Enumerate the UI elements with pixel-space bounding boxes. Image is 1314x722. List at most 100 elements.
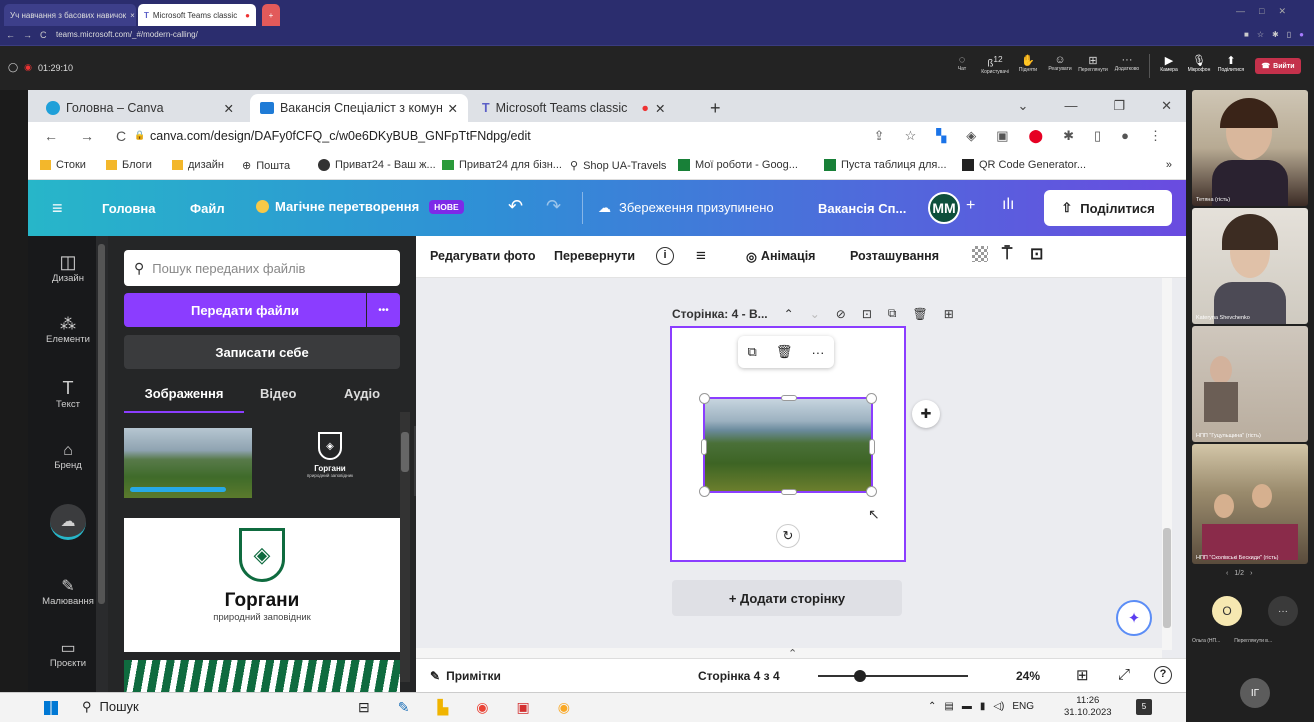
forward-icon[interactable]: → (23, 30, 32, 40)
minimize-icon[interactable]: — (1236, 6, 1245, 18)
trash-icon[interactable]: 🗑 (776, 344, 793, 360)
back-icon[interactable]: ← (44, 128, 58, 144)
video-tile-4[interactable]: НПП "Сколівські Бескиди" (гість) (1192, 444, 1308, 564)
resize-handle[interactable] (866, 393, 877, 404)
tab-canva-design[interactable]: Вакансія Спеціаліст з комунікац ✕ (250, 94, 468, 122)
chevron-down-icon[interactable]: ⌄ (810, 307, 820, 321)
puzzle-icon[interactable]: ✱ (1272, 30, 1279, 39)
new-tab-button[interactable]: + (262, 4, 280, 26)
video-tile-1[interactable]: Тетяна (гість) (1192, 90, 1308, 206)
bookmark-1[interactable]: Стоки (40, 159, 86, 171)
paint-roller-icon[interactable]: ⍑ (1002, 244, 1012, 264)
add-page-icon[interactable]: ⊞ (944, 307, 954, 321)
insights-icon[interactable]: ılı (1002, 196, 1014, 214)
bookmark-10[interactable]: QR Code Generator... (962, 159, 1086, 171)
edit-photo-button[interactable]: Редагувати фото (430, 249, 535, 263)
bookmark-8[interactable]: Мої роботи - Goog... (678, 159, 798, 171)
extension-icon[interactable]: ■ (1244, 30, 1249, 39)
react-button[interactable]: ☺ Реагувати (1046, 54, 1074, 78)
bookmark-star-icon[interactable]: ☆ (905, 128, 917, 144)
canvas-scrollbar[interactable] (1162, 278, 1172, 650)
file-menu[interactable]: Файл (190, 201, 225, 216)
new-tab-button[interactable]: + (700, 94, 731, 122)
resize-handle[interactable] (699, 486, 710, 497)
view-button[interactable]: ⊞ Переглянути (1078, 54, 1108, 78)
people-button[interactable]: ß12 Користувачі (980, 54, 1010, 78)
redo-icon[interactable]: ↷ (546, 196, 561, 217)
chrome-icon[interactable]: ◉ (476, 699, 488, 716)
position-button[interactable]: Розташування (850, 249, 939, 263)
close-icon[interactable]: ✕ (655, 101, 665, 116)
menu-icon[interactable]: ≡ (52, 198, 63, 219)
battery-icon[interactable]: ▬ (962, 701, 972, 712)
outer-url[interactable]: teams.microsoft.com/_#/modern-calling/ (56, 30, 1176, 42)
tab-images[interactable]: Зображення (124, 386, 244, 413)
animation-button[interactable]: ◎ Анімація (746, 249, 815, 264)
chrome-alt-icon[interactable]: ◉ (558, 699, 570, 716)
self-avatar[interactable]: ІГ (1240, 678, 1270, 708)
profile-icon[interactable]: ● (1299, 30, 1304, 39)
outer-nav[interactable]: ← → C (6, 30, 47, 40)
rotate-icon[interactable]: ↻ (776, 524, 800, 548)
duplicate-icon[interactable]: ⧉ (748, 344, 757, 360)
hide-page-icon[interactable]: ⊘ (836, 307, 846, 321)
resize-handle[interactable] (699, 393, 710, 404)
comment-icon[interactable]: ✚ (912, 400, 940, 428)
puzzle-icon[interactable]: ✱ (1063, 128, 1074, 144)
tab-canva-home[interactable]: Головна – Canva ✕ (36, 94, 244, 122)
resize-handle[interactable] (701, 439, 707, 455)
close-icon[interactable]: ✕ (448, 101, 458, 116)
notifications-icon[interactable]: 5 (1136, 699, 1152, 715)
bookmark-2[interactable]: Блоги (106, 159, 152, 171)
selected-image[interactable] (699, 393, 877, 497)
chevron-up-icon[interactable]: ⌃ (784, 307, 794, 321)
resize-handle[interactable] (781, 489, 797, 495)
star-icon[interactable]: ☆ (1257, 30, 1264, 39)
fullscreen-icon[interactable]: ⤢ (1118, 666, 1130, 683)
resize-handle[interactable] (866, 486, 877, 497)
file-explorer-icon[interactable]: ▙ (437, 699, 448, 716)
sidepanel-icon[interactable]: ▯ (1094, 128, 1101, 144)
pinterest-icon[interactable]: ⬤ (1029, 128, 1044, 144)
zoom-level[interactable]: 24% (1016, 669, 1040, 683)
panel-scroll-thumb[interactable] (401, 432, 409, 472)
flip-button[interactable]: Перевернути (554, 249, 635, 263)
sidebar-icon[interactable]: ▯ (1287, 30, 1291, 39)
home-link[interactable]: Головна (102, 201, 155, 216)
url-field[interactable]: canva.com/design/DAFy0fCFQ_c/w0e6DKyBUB_… (150, 129, 531, 143)
bookmark-9[interactable]: Пуста таблиця для... (824, 159, 947, 171)
language-indicator[interactable]: ENG (1012, 701, 1034, 712)
task-view-icon[interactable]: ⊟ (358, 699, 370, 716)
maximize-icon[interactable]: □ (1259, 6, 1264, 18)
pen-icon[interactable]: ✎ (398, 699, 410, 716)
bookmark-6[interactable]: Приват24 для бізн... (442, 159, 562, 171)
share-page-icon[interactable]: ⇪ (874, 128, 885, 144)
forward-icon[interactable]: → (80, 128, 94, 144)
volume-icon[interactable]: ◁) (993, 701, 1004, 712)
taskbar-search[interactable]: ⚲ Пошук (82, 699, 139, 715)
video-pager[interactable]: ‹ 1/2 › (1226, 570, 1252, 577)
restore-icon[interactable]: ❐ (1113, 98, 1125, 114)
record-yourself-button[interactable]: Записати себе (124, 335, 400, 369)
raise-hand-button[interactable]: ✋ Підняти (1014, 54, 1042, 78)
upload-files-button[interactable]: Передати файли (124, 293, 366, 327)
search-input[interactable]: ⚲ Пошук переданих файлів (124, 250, 400, 286)
magic-switch-button[interactable]: Магічне перетворення НОВЕ (256, 199, 464, 214)
transparency-icon[interactable] (972, 246, 988, 262)
close-icon[interactable]: ✕ (1161, 98, 1172, 114)
video-tile-3[interactable]: НПП "Гуцульщина" (гість) (1192, 326, 1308, 442)
pdf-icon[interactable]: ▣ (516, 699, 529, 716)
bookmark-7[interactable]: ⚲ Shop UA-Travels (570, 159, 666, 173)
chevron-left-icon[interactable]: ‹ (1226, 570, 1228, 577)
bookmark-4[interactable]: ⊕ Пошта (242, 159, 290, 173)
rail-scrollbar[interactable] (96, 236, 108, 692)
chevron-right-icon[interactable]: › (1250, 570, 1252, 577)
shield-icon[interactable]: ◈ (966, 128, 976, 144)
translate-icon[interactable]: ▚ (936, 128, 946, 144)
video-tile-2[interactable]: Kateryna Shevchenko (1192, 208, 1308, 324)
design-page[interactable]: ⧉ 🗑 ··· ↻ ↖ (670, 326, 906, 562)
user-avatar[interactable]: MM (928, 192, 960, 224)
grid-view-icon[interactable]: ⊞ (1076, 666, 1089, 684)
outer-window-controls[interactable]: — □ ✕ (1236, 6, 1306, 18)
extension-w-icon[interactable]: ▣ (996, 128, 1008, 144)
